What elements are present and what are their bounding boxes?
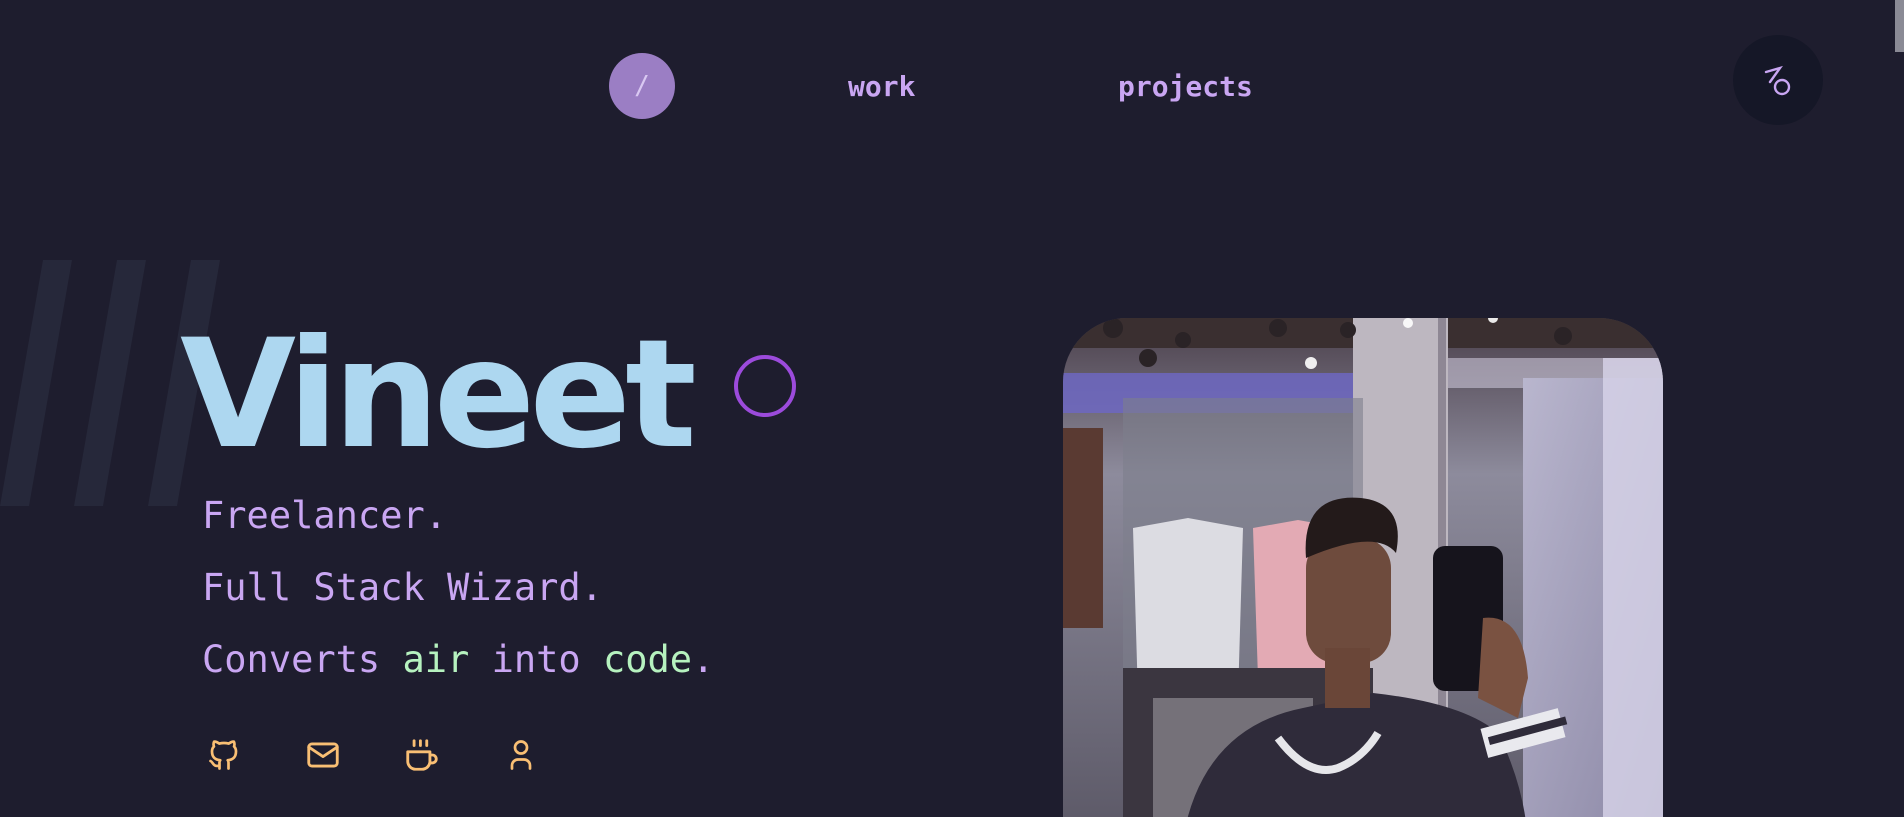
- decorative-ring: [734, 355, 796, 417]
- tagline-full-stack: Full Stack Wizard.: [202, 566, 603, 609]
- social-links: [205, 736, 540, 774]
- email-link[interactable]: [304, 736, 342, 774]
- coffee-icon: [406, 739, 438, 771]
- tagline-suffix: .: [692, 638, 715, 681]
- coffee-link[interactable]: [403, 736, 441, 774]
- tagline-highlight-code: code: [602, 638, 693, 681]
- nav-link-projects[interactable]: projects: [1118, 70, 1253, 104]
- scrollbar-thumb[interactable]: [1895, 0, 1904, 52]
- scrollbar[interactable]: [1895, 0, 1904, 817]
- nav-home-label: /: [634, 71, 650, 101]
- theme-toggle-button[interactable]: [1733, 35, 1823, 125]
- tagline-converts: Converts air into code.: [202, 638, 714, 682]
- tagline-prefix: Converts: [202, 638, 403, 681]
- github-link[interactable]: [205, 736, 243, 774]
- swirl-icon: [1764, 65, 1791, 96]
- nav-link-work[interactable]: work: [848, 70, 915, 104]
- hero-name: Vineet: [180, 308, 697, 482]
- tagline-middle: into: [469, 638, 603, 681]
- profile-photo: [1063, 318, 1663, 817]
- user-icon: [510, 740, 532, 770]
- mail-icon: [307, 742, 339, 768]
- github-icon: [209, 740, 238, 770]
- tagline-highlight-air: air: [402, 638, 470, 681]
- nav-home-button[interactable]: /: [609, 53, 675, 119]
- tagline-freelancer: Freelancer.: [202, 494, 448, 537]
- about-link[interactable]: [502, 736, 540, 774]
